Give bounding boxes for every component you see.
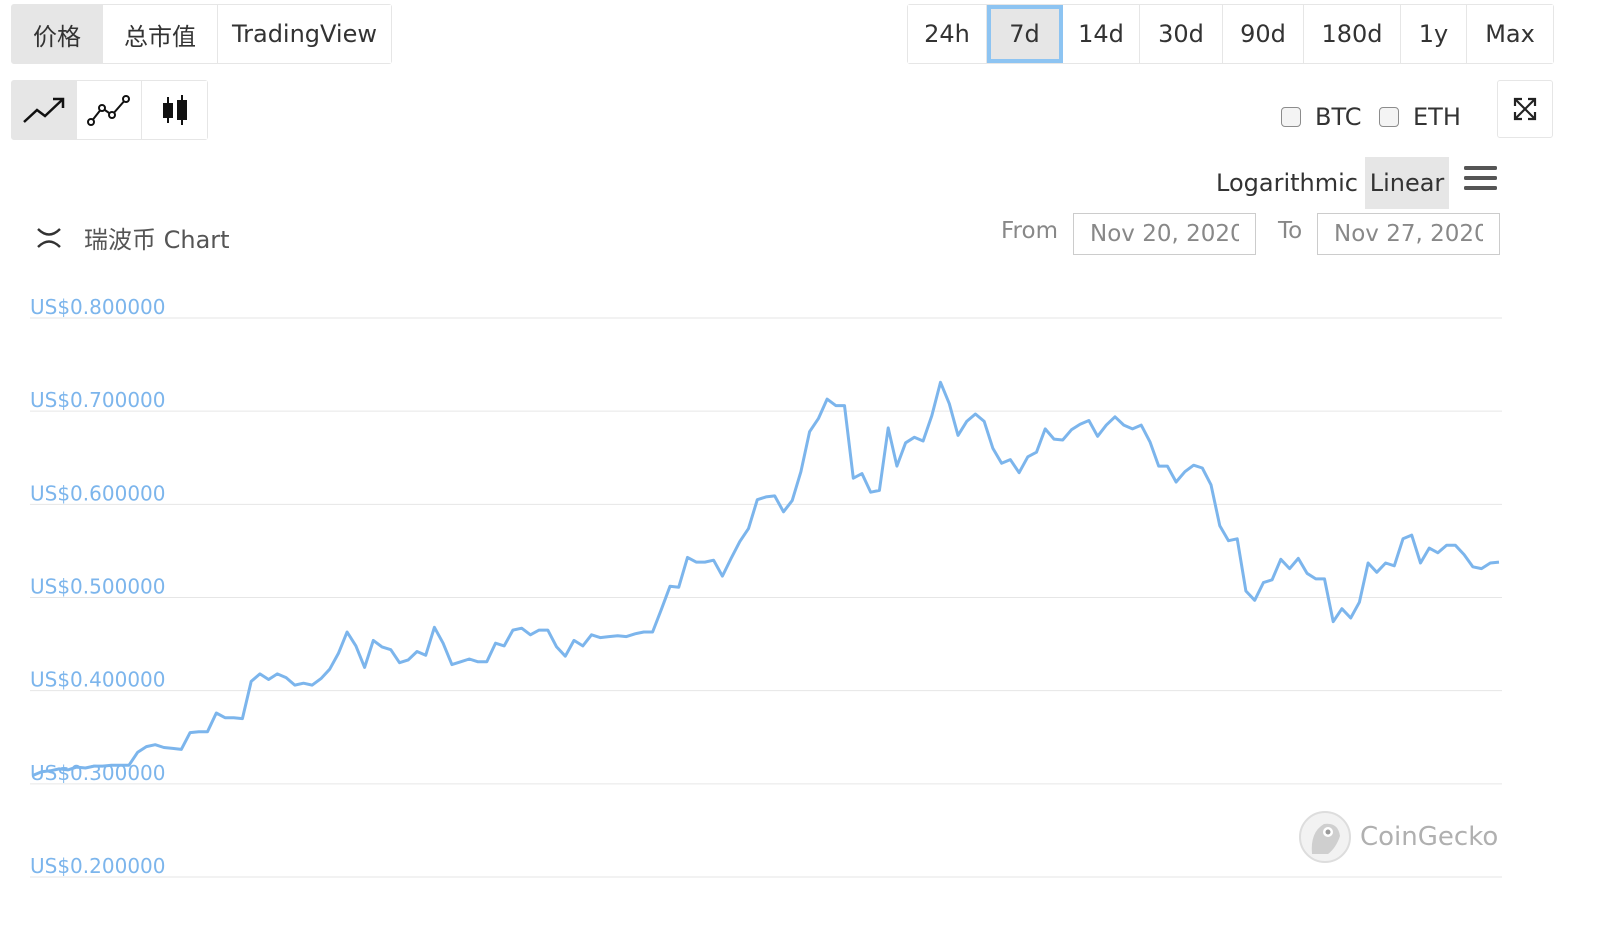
linear-scale-button[interactable]: Linear	[1365, 157, 1449, 209]
candlestick-chart-icon	[162, 95, 187, 125]
coingecko-logo-icon	[1299, 811, 1351, 863]
xrp-logo-icon	[37, 227, 61, 248]
range-button-max[interactable]: Max	[1467, 5, 1553, 63]
chart-type-group	[11, 80, 208, 140]
metric-tab-group: 价格 总市值 TradingView	[11, 4, 392, 64]
line-markers-chart-button[interactable]	[77, 81, 142, 139]
range-button-14d[interactable]: 14d	[1063, 5, 1140, 63]
coingecko-watermark: CoinGecko	[1298, 810, 1498, 864]
y-tick-label: US$0.400000	[30, 668, 166, 692]
range-button-180d[interactable]: 180d	[1304, 5, 1401, 63]
chart-grid	[30, 317, 1502, 878]
y-tick-label: US$0.300000	[30, 761, 166, 785]
range-button-90d[interactable]: 90d	[1223, 5, 1304, 63]
line-chart-icon	[23, 97, 65, 123]
from-date-input[interactable]	[1073, 213, 1256, 255]
btc-checkbox-label: BTC	[1315, 103, 1362, 131]
y-tick-label: US$0.800000	[30, 295, 166, 319]
coingecko-text: CoinGecko	[1360, 822, 1499, 852]
btc-checkbox-box[interactable]	[1281, 107, 1301, 127]
series-layer	[32, 380, 1500, 777]
compare-eth-checkbox[interactable]: ETH	[1379, 103, 1461, 131]
price-chart[interactable]: US$0.800000 US$0.700000 US$0.600000 US$0.50…	[0, 270, 1621, 890]
range-button-7d[interactable]: 7d	[987, 5, 1063, 63]
y-tick-label: US$0.700000	[30, 388, 166, 412]
compare-btc-checkbox[interactable]: BTC	[1281, 103, 1361, 131]
line-markers-chart-icon	[87, 95, 130, 126]
range-button-24h[interactable]: 24h	[908, 5, 987, 63]
expand-icon	[1513, 97, 1537, 121]
hamburger-menu-icon[interactable]	[1463, 164, 1499, 192]
tab-market-cap[interactable]: 总市值	[103, 5, 218, 63]
to-date-input[interactable]	[1317, 213, 1500, 255]
fullscreen-button[interactable]	[1497, 80, 1553, 138]
y-axis-labels: US$0.800000 US$0.700000 US$0.600000 US$0.50…	[30, 295, 166, 878]
chart-title: 瑞波币 Chart	[36, 220, 230, 255]
from-label: From	[1001, 218, 1058, 244]
tab-price[interactable]: 价格	[12, 5, 103, 63]
eth-checkbox-label: ETH	[1413, 103, 1461, 131]
candlestick-chart-button[interactable]	[142, 81, 207, 139]
logarithmic-scale-button[interactable]: Logarithmic	[1206, 157, 1368, 209]
y-tick-label: US$0.600000	[30, 481, 166, 505]
range-button-1y[interactable]: 1y	[1401, 5, 1467, 63]
to-label: To	[1278, 218, 1303, 244]
chart-title-text: 瑞波币 Chart	[84, 226, 230, 254]
time-range-group: 24h 7d 14d 30d 90d 180d 1y Max	[907, 4, 1554, 64]
price-series-line[interactable]	[32, 380, 1500, 777]
range-button-30d[interactable]: 30d	[1140, 5, 1223, 63]
tab-tradingview[interactable]: TradingView	[218, 5, 391, 63]
y-tick-label: US$0.200000	[30, 854, 166, 878]
y-tick-label: US$0.500000	[30, 575, 166, 599]
line-chart-button[interactable]	[12, 81, 77, 139]
eth-checkbox-box[interactable]	[1379, 107, 1399, 127]
